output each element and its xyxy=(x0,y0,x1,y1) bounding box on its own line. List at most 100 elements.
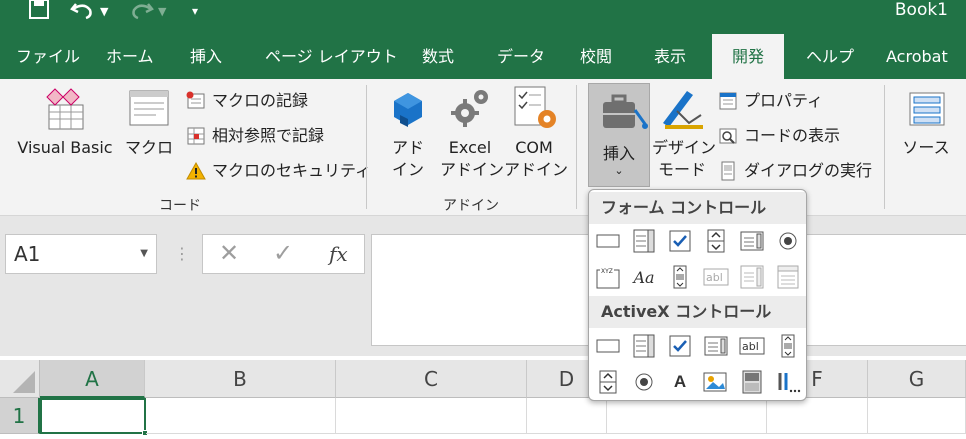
addins-label-line1: アド xyxy=(391,138,424,157)
com-addins-label-line1: COM xyxy=(515,138,553,157)
run-dialog-button[interactable]: ダイアログの実行 xyxy=(718,158,872,184)
cancel-icon[interactable]: ✕ xyxy=(219,239,239,267)
select-all-button[interactable] xyxy=(0,360,40,398)
activex-label-icon[interactable]: A xyxy=(665,367,695,397)
column-header-c[interactable]: C xyxy=(336,360,527,398)
activex-textbox-icon[interactable]: abl xyxy=(737,331,767,361)
activex-option-button-icon[interactable] xyxy=(629,367,659,397)
form-spin-button-icon[interactable] xyxy=(701,226,731,256)
form-checkbox-icon[interactable] xyxy=(665,226,695,256)
properties-button[interactable]: プロパティ xyxy=(718,88,823,114)
column-header-a[interactable]: A xyxy=(40,360,145,398)
undo-icon[interactable] xyxy=(70,0,96,22)
tab-view[interactable]: 表示 xyxy=(654,34,686,79)
activex-button-icon[interactable] xyxy=(593,331,623,361)
formula-buttons: ✕ ✓ fx xyxy=(202,234,365,274)
run-dialog-label: ダイアログの実行 xyxy=(744,161,873,180)
xml-source-button[interactable]: ソース xyxy=(900,85,952,159)
properties-icon xyxy=(719,92,737,110)
cell-f1[interactable] xyxy=(767,398,868,434)
form-combo-list-icon-disabled xyxy=(737,262,767,292)
group-separator xyxy=(366,85,367,209)
view-code-button[interactable]: コードの表示 xyxy=(718,123,840,149)
insert-function-button[interactable]: fx xyxy=(329,242,348,266)
tab-file[interactable]: ファイル xyxy=(16,34,80,79)
design-mode-button[interactable]: デザイン モード xyxy=(652,85,716,181)
form-label-glyph: Aa xyxy=(633,267,655,287)
activex-checkbox-icon[interactable] xyxy=(665,331,695,361)
visual-basic-button[interactable]: Visual Basic xyxy=(12,85,118,159)
insert-controls-dropdown: フォーム コントロール XYZ Aa abl ActiveX コントロール ab… xyxy=(588,189,807,401)
document-title: Book1 xyxy=(894,0,948,20)
cell-b1[interactable] xyxy=(146,398,336,434)
macro-security-button[interactable]: マクロのセキュリティ xyxy=(186,158,371,184)
tab-acrobat[interactable]: Acrobat xyxy=(886,34,948,79)
view-code-label: コードの表示 xyxy=(744,126,841,145)
tab-data[interactable]: データ xyxy=(497,34,545,79)
form-combo-dropdown-icon-disabled xyxy=(773,262,803,292)
customize-qat-icon[interactable]: ▾ xyxy=(192,0,198,22)
relative-reference-icon xyxy=(187,127,205,145)
cell-g1[interactable] xyxy=(868,398,966,434)
insert-control-label: 挿入 xyxy=(602,144,635,163)
save-icon[interactable] xyxy=(28,0,50,22)
column-header-g[interactable]: G xyxy=(868,360,966,398)
form-combobox-icon[interactable] xyxy=(629,226,659,256)
form-scrollbar-icon[interactable] xyxy=(665,262,695,292)
row-header-1[interactable]: 1 xyxy=(0,398,40,434)
excel-addins-label-line2: アドイン xyxy=(440,160,505,179)
record-macro-button[interactable]: マクロの記録 xyxy=(186,88,308,114)
view-code-icon xyxy=(719,128,737,144)
cell-a1[interactable] xyxy=(40,398,146,434)
resize-handle-icon[interactable]: ⋮ xyxy=(174,244,190,263)
xml-source-label: ソース xyxy=(902,138,950,157)
record-macro-label: マクロの記録 xyxy=(212,91,309,110)
activex-image-icon[interactable] xyxy=(701,367,731,397)
visual-basic-label: Visual Basic xyxy=(17,138,113,157)
name-box-value: A1 xyxy=(14,242,41,266)
macro-button[interactable]: マクロ xyxy=(124,85,174,159)
form-option-button-icon[interactable] xyxy=(773,226,803,256)
design-mode-icon xyxy=(663,91,703,129)
tab-developer[interactable]: 開発 xyxy=(712,34,784,79)
cell-c1[interactable] xyxy=(336,398,527,434)
addins-button[interactable]: アド イン xyxy=(384,85,432,181)
tab-home[interactable]: ホーム xyxy=(106,34,154,79)
more-controls-icon[interactable] xyxy=(773,367,803,397)
cell-d1[interactable] xyxy=(527,398,607,434)
activex-spin-button-icon[interactable] xyxy=(593,367,623,397)
chevron-down-icon: ⌄ xyxy=(614,164,624,177)
form-button-icon[interactable] xyxy=(593,226,623,256)
visual-basic-icon xyxy=(46,88,84,130)
group-separator xyxy=(576,85,577,209)
activex-listbox-icon[interactable] xyxy=(701,331,731,361)
insert-control-button[interactable]: 挿入 ⌄ xyxy=(588,83,650,187)
undo-dropdown-icon[interactable]: ▼ xyxy=(100,0,108,22)
excel-addins-button[interactable]: Excel アドイン xyxy=(440,85,505,181)
form-groupbox-icon[interactable]: XYZ xyxy=(593,262,623,292)
form-listbox-icon[interactable] xyxy=(737,226,767,256)
properties-label: プロパティ xyxy=(744,91,824,110)
activex-scrollbar-icon[interactable] xyxy=(773,331,803,361)
column-header-b[interactable]: B xyxy=(145,360,336,398)
activex-controls-header: ActiveX コントロール xyxy=(589,296,806,328)
tab-insert[interactable]: 挿入 xyxy=(190,34,222,79)
record-macro-icon xyxy=(186,91,205,109)
tab-review[interactable]: 校閲 xyxy=(580,34,612,79)
excel-addins-label-line1: Excel xyxy=(448,138,492,157)
cell-e1[interactable] xyxy=(607,398,767,434)
enter-icon[interactable]: ✓ xyxy=(273,239,293,267)
form-label-icon[interactable]: Aa xyxy=(629,262,659,292)
name-box-dropdown-icon[interactable]: ▼ xyxy=(140,235,148,273)
relative-reference-button[interactable]: 相対参照で記録 xyxy=(186,123,324,149)
macro-label: マクロ xyxy=(124,138,173,157)
tab-formulas[interactable]: 数式 xyxy=(422,34,454,79)
tab-help[interactable]: ヘルプ xyxy=(806,34,854,79)
activex-combobox-icon[interactable] xyxy=(629,331,659,361)
tab-page-layout[interactable]: ページ レイアウト xyxy=(265,34,398,79)
name-box[interactable]: A1 ▼ xyxy=(5,234,157,274)
com-addins-button[interactable]: COM アドイン xyxy=(504,85,568,181)
group-separator xyxy=(884,85,885,209)
activex-toggle-button-icon[interactable] xyxy=(737,367,767,397)
formula-bar-area: A1 ▼ ⋮ ✕ ✓ fx xyxy=(0,216,966,356)
